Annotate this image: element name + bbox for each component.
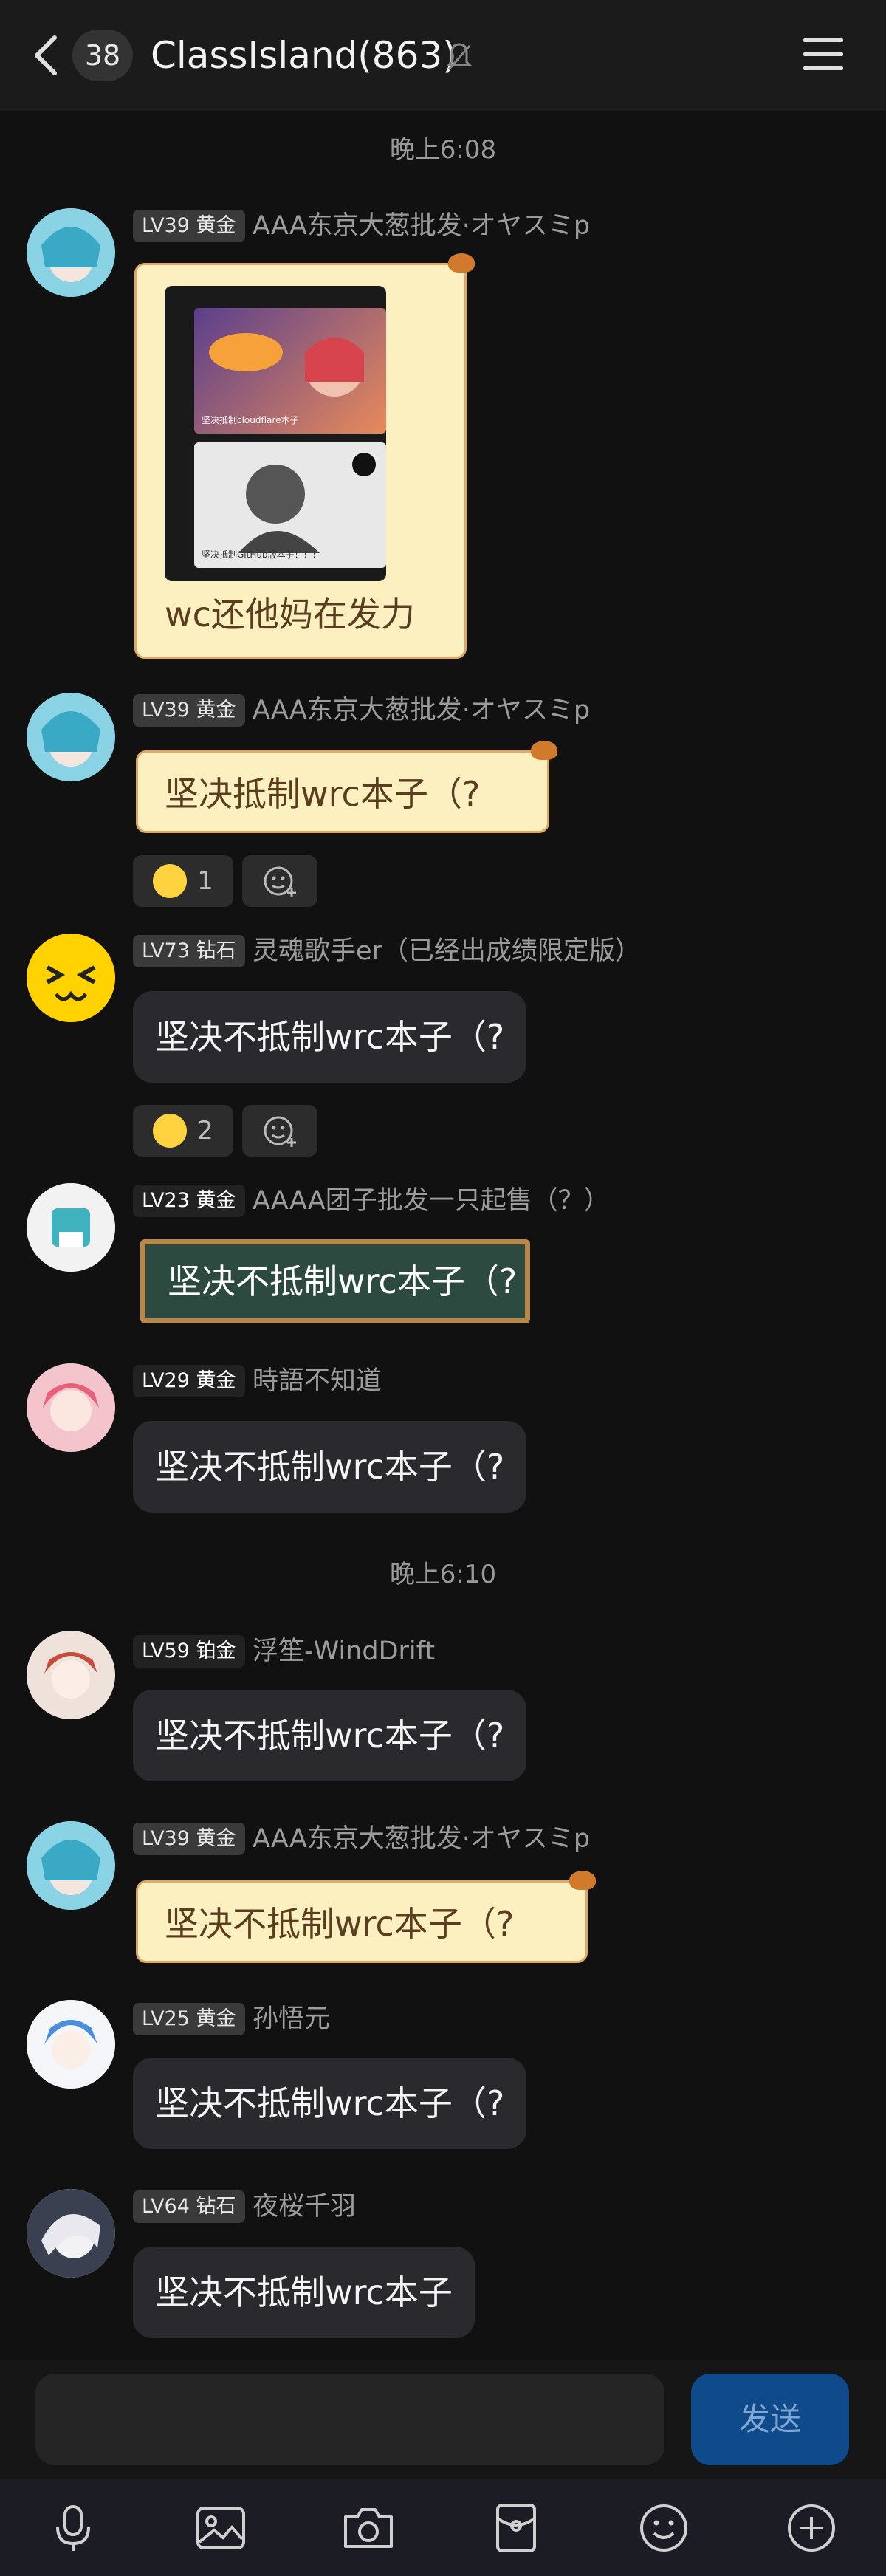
red-packet-icon[interactable] <box>489 2501 543 2555</box>
avatar[interactable] <box>27 1363 115 1452</box>
timestamp: 晚上6:08 <box>389 135 497 165</box>
sender-name[interactable]: 孙悟元 <box>253 2003 330 2035</box>
avatar[interactable] <box>27 2189 115 2278</box>
image-thumbnail[interactable]: 坚决抵制GitHub版本子！！！ <box>194 442 386 568</box>
message-bubble[interactable]: 坚决不抵制wrc本子（? <box>136 1871 596 1963</box>
message-bubble[interactable]: 坚决不抵制wrc本子（? <box>133 1421 527 1513</box>
level-badge: LV59 铂金 <box>133 1635 245 1668</box>
message-text: 坚决不抵制wrc本子（? <box>155 1716 505 1755</box>
image-caption: 坚决抵制GitHub版本子！！！ <box>202 549 321 560</box>
message-bubble[interactable]: 坚决不抵制wrc本子（? <box>133 991 527 1083</box>
level-badge: LV39 黄金 <box>133 694 245 727</box>
image-thumbnail[interactable]: 坚决抵制cloudflare本子 <box>194 308 386 434</box>
message-bubble[interactable]: 坚决不抵制wrc本子（? <box>133 2058 527 2149</box>
anxious-emoji-icon <box>153 864 188 898</box>
microphone-icon[interactable] <box>46 2501 100 2555</box>
avatar[interactable] <box>27 934 115 1022</box>
sender-name[interactable]: 灵魂歌手er（已经出成绩限定版） <box>253 935 641 967</box>
emoji-icon[interactable] <box>636 2501 691 2555</box>
add-reaction-button[interactable] <box>242 1105 317 1157</box>
message-bubble[interactable]: 坚决不抵制wrc本子 <box>133 2247 475 2338</box>
message-bubble[interactable]: 坚决不抵制wrc本子（? <box>140 1239 530 1323</box>
chat-header: 38 ClassIsland(863) <box>0 0 886 111</box>
reaction-count: 1 <box>197 866 213 896</box>
sender-name[interactable]: AAA东京大葱批发·オヤスミp <box>253 1823 590 1855</box>
menu-icon[interactable] <box>802 35 845 74</box>
message-text: 坚决不抵制wrc本子（? <box>155 1447 505 1487</box>
add-reaction-button[interactable] <box>242 855 317 907</box>
message-bubble[interactable]: 坚决抵制cloudflare本子 坚决抵制GitHub版本子！！！ wc还他妈在… <box>134 253 475 659</box>
message-text: 坚决不抵制wrc本子 <box>155 2272 453 2312</box>
unread-count-badge[interactable]: 38 <box>72 30 133 81</box>
level-badge: LV25 黄金 <box>133 2003 245 2035</box>
level-badge: LV73 钻石 <box>133 935 245 967</box>
reaction-chip[interactable]: 2 <box>133 1105 233 1157</box>
sender-name[interactable]: 浮笙-WindDrift <box>253 1635 435 1668</box>
reaction-count: 2 <box>197 1116 213 1145</box>
add-reaction-icon <box>264 866 296 897</box>
sender-name[interactable]: 夜桜千羽 <box>253 2190 356 2223</box>
send-button[interactable]: 发送 <box>691 2374 849 2465</box>
message-input[interactable] <box>35 2374 664 2465</box>
level-badge: LV23 黄金 <box>133 1185 245 1217</box>
sender-name[interactable]: 時語不知道 <box>253 1365 382 1397</box>
avatar[interactable] <box>27 208 115 297</box>
plus-icon[interactable] <box>784 2501 839 2555</box>
mute-icon <box>446 43 473 70</box>
camera-icon[interactable] <box>341 2501 396 2555</box>
chat-title[interactable]: ClassIsland(863) <box>151 30 457 81</box>
avatar[interactable] <box>27 2000 115 2089</box>
avatar[interactable] <box>27 1631 115 1719</box>
back-arrow-icon[interactable] <box>30 33 62 78</box>
level-badge: LV29 黄金 <box>133 1365 245 1397</box>
level-badge: LV39 黄金 <box>133 210 245 242</box>
anxious-emoji-icon <box>153 1114 188 1148</box>
image-icon[interactable] <box>193 2501 248 2555</box>
avatar[interactable] <box>27 1821 115 1910</box>
bottom-toolbar <box>0 2479 886 2576</box>
composer: 发送 <box>0 2360 886 2479</box>
message-bubble[interactable]: 坚决不抵制wrc本子（? <box>133 1690 527 1781</box>
message-text: 坚决不抵制wrc本子（? <box>155 1017 505 1057</box>
message-text: wc还他妈在发力 <box>165 595 415 634</box>
add-reaction-icon <box>264 1116 296 1147</box>
message-text: 坚决不抵制wrc本子（? <box>155 2083 505 2123</box>
level-badge: LV39 黄金 <box>133 1823 245 1855</box>
image-collage[interactable]: 坚决抵制cloudflare本子 坚决抵制GitHub版本子！！！ <box>165 286 386 581</box>
image-caption: 坚决抵制cloudflare本子 <box>202 415 299 425</box>
reaction-chip[interactable]: 1 <box>133 855 233 907</box>
message-text: 坚决抵制wrc本子（? <box>165 774 481 814</box>
sender-name[interactable]: AAA东京大葱批发·オヤスミp <box>253 694 590 727</box>
message-bubble[interactable]: 坚决抵制wrc本子（? <box>136 741 557 833</box>
message-text: 坚决不抵制wrc本子（? <box>168 1261 518 1301</box>
avatar[interactable] <box>27 1183 115 1272</box>
level-badge: LV64 钻石 <box>133 2190 245 2223</box>
sender-name[interactable]: AAA东京大葱批发·オヤスミp <box>253 210 590 242</box>
avatar[interactable] <box>27 693 115 781</box>
timestamp: 晚上6:10 <box>389 1560 497 1589</box>
message-text: 坚决不抵制wrc本子（? <box>165 1904 515 1944</box>
sender-name[interactable]: AAAA团子批发一只起售（？） <box>253 1185 610 1217</box>
